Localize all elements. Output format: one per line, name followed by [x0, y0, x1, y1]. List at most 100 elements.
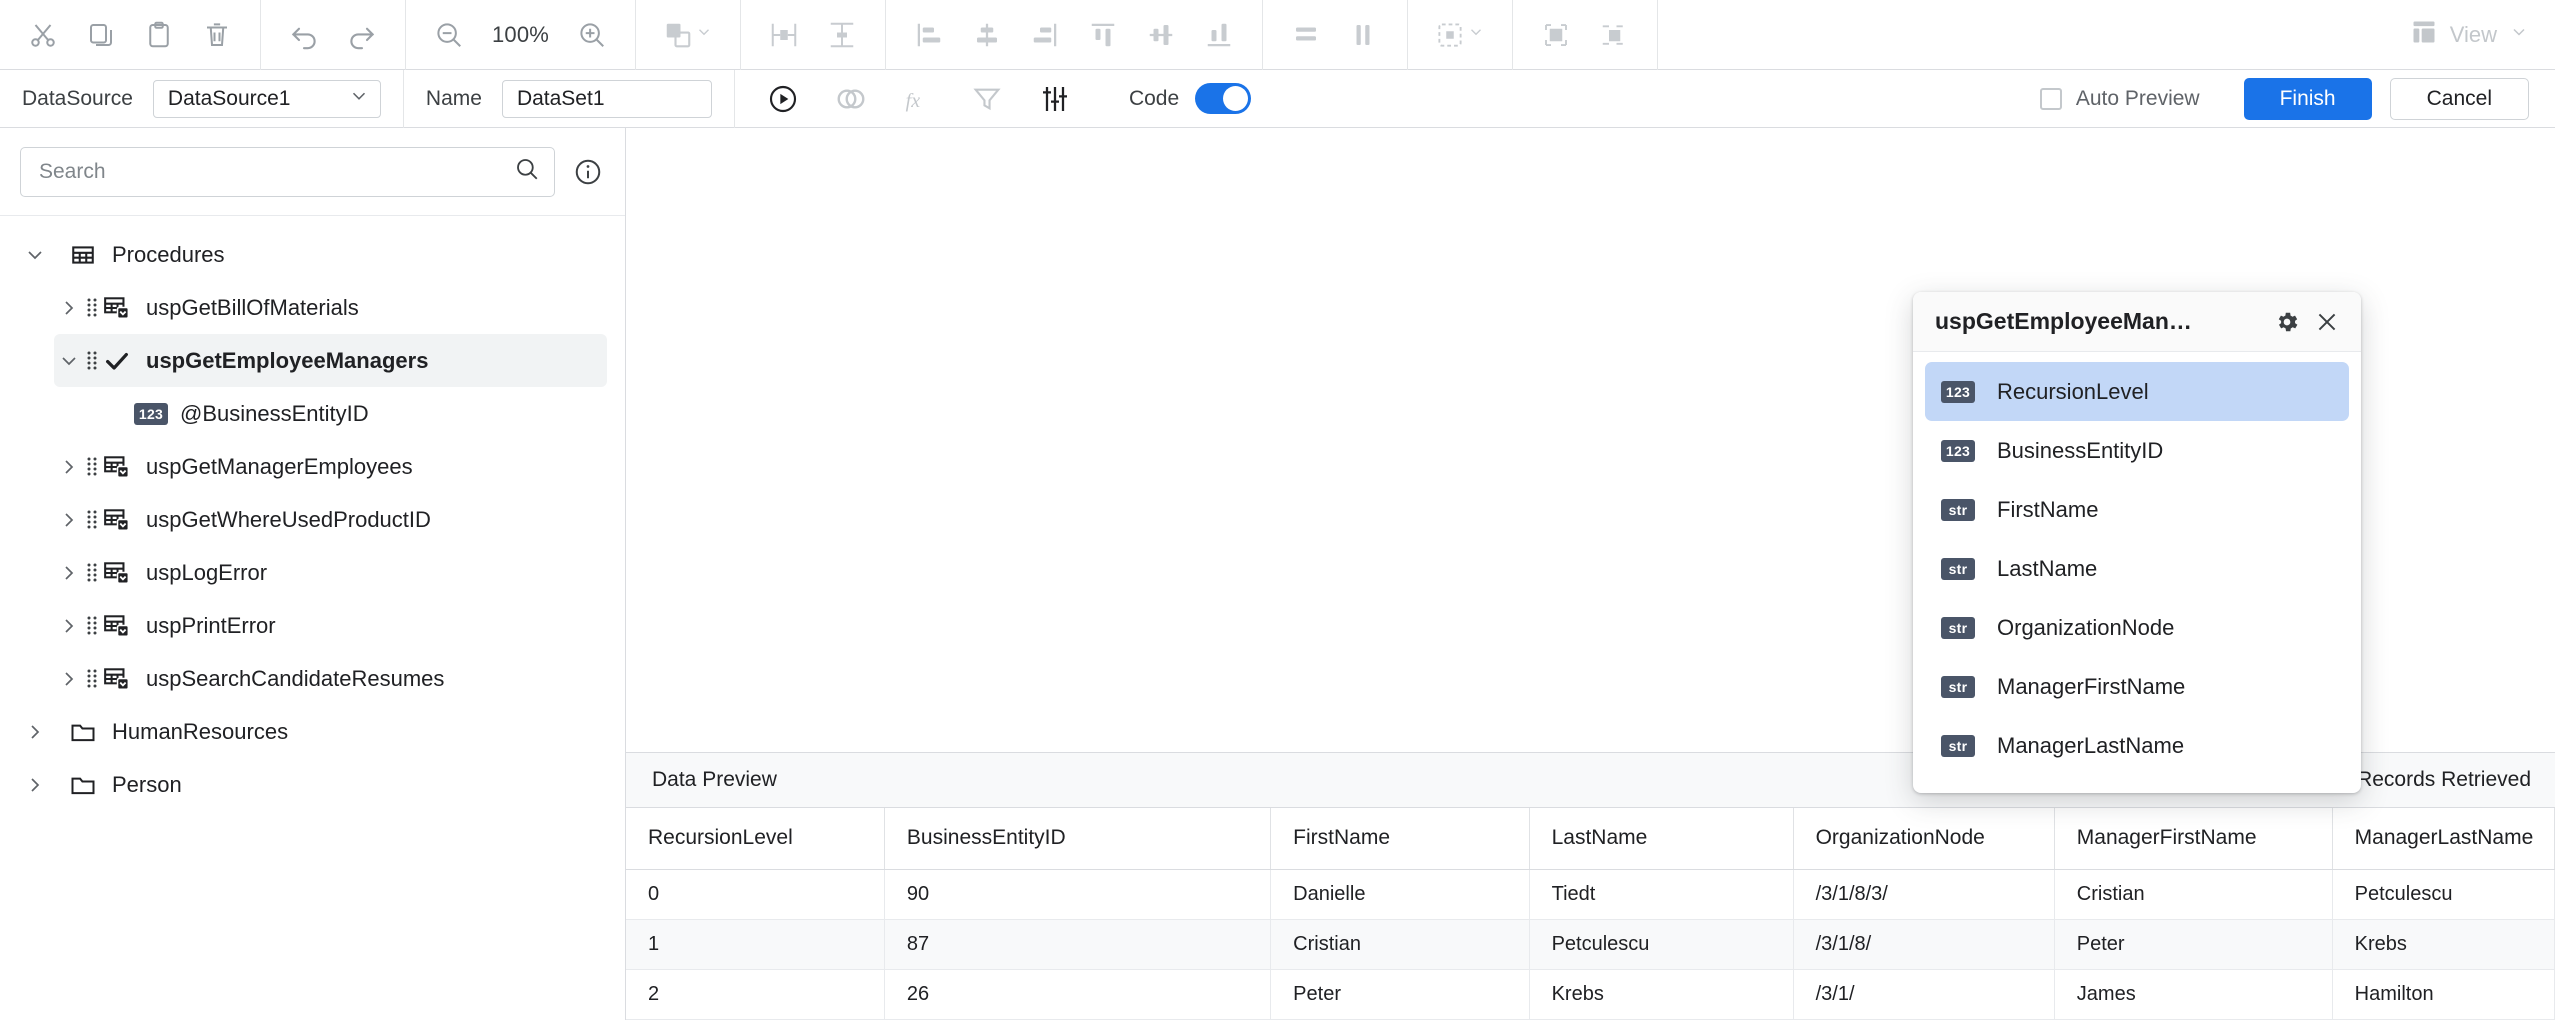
drag-handle-icon[interactable] [84, 348, 100, 374]
chevron-right-icon[interactable] [54, 293, 84, 323]
cut-icon[interactable] [14, 8, 72, 62]
datasource-selected-value: DataSource1 [167, 86, 291, 110]
tree-item-uspgetbillofmaterials[interactable]: uspGetBillOfMaterials [54, 281, 607, 334]
select-tool-icon[interactable] [1422, 8, 1498, 62]
chevron-right-icon[interactable] [54, 452, 84, 482]
chevron-down-icon[interactable] [54, 346, 84, 376]
auto-preview-group[interactable]: Auto Preview [2018, 70, 2222, 128]
info-circle-icon[interactable] [571, 155, 605, 189]
popup-field-managerfirstname[interactable]: str ManagerFirstName [1925, 657, 2349, 716]
finish-button[interactable]: Finish [2243, 77, 2372, 120]
column-header-recursionlevel[interactable]: RecursionLevel [626, 807, 885, 870]
zoom-level-value[interactable]: 100% [478, 22, 563, 48]
make-same-height-icon[interactable] [1335, 8, 1393, 62]
ungroup-icon[interactable] [1585, 8, 1643, 62]
sliders-settings-icon[interactable] [1029, 73, 1081, 125]
tree-item-uspgetmanageremployees[interactable]: uspGetManagerEmployees [54, 440, 607, 493]
column-header-organizationnode[interactable]: OrganizationNode [1793, 807, 2055, 870]
zoom-in-icon[interactable] [563, 8, 621, 62]
column-header-firstname[interactable]: FirstName [1270, 807, 1530, 870]
distribute-vertical-icon[interactable] [813, 8, 871, 62]
popup-field-firstname[interactable]: str FirstName [1925, 480, 2349, 539]
column-header-businessentityid[interactable]: BusinessEntityID [884, 807, 1272, 870]
tree-item-humanresources[interactable]: HumanResources [20, 705, 607, 758]
view-menu-button[interactable]: View [2396, 8, 2547, 62]
chevron-right-icon[interactable] [54, 505, 84, 535]
drag-handle-icon[interactable] [84, 454, 100, 480]
code-label: Code [1128, 86, 1180, 110]
search-input[interactable] [39, 159, 514, 184]
auto-preview-checkbox[interactable] [2039, 87, 2062, 110]
chevron-right-icon[interactable] [20, 770, 50, 800]
zoom-out-icon[interactable] [420, 8, 478, 62]
drag-handle-icon[interactable] [84, 666, 100, 692]
column-header-managerlastname[interactable]: ManagerLastName [2332, 807, 2555, 870]
join-venn-icon[interactable] [825, 73, 877, 125]
paste-icon[interactable] [130, 8, 188, 62]
query-canvas[interactable]: uspGetEmployeeMan… 123 RecursionLevel 123 B… [626, 128, 2555, 793]
field-type-badge: str [1941, 498, 1975, 521]
table-cell: /3/1/ [1793, 969, 2055, 1020]
drag-handle-icon[interactable] [84, 295, 100, 321]
tree-item-uspgetwhereusedproductid[interactable]: uspGetWhereUsedProductID [54, 493, 607, 546]
tree-item-businessentityid[interactable]: 123 @BusinessEntityID [88, 387, 607, 440]
search-icon[interactable] [514, 156, 540, 187]
tree-item-uspsearchcandidateresumes[interactable]: uspSearchCandidateResumes [54, 652, 607, 705]
redo-icon[interactable] [333, 8, 391, 62]
popup-field-lastname[interactable]: str LastName [1925, 539, 2349, 598]
drag-handle-icon[interactable] [84, 507, 100, 533]
align-bottom-icon[interactable] [1190, 8, 1248, 62]
make-same-width-icon[interactable] [1277, 8, 1335, 62]
run-play-icon[interactable] [757, 73, 809, 125]
table-row[interactable]: 1 87 Cristian Petculescu/3/1/8/Peter Krebs [626, 919, 2555, 970]
table-cell: Hamilton [2332, 969, 2555, 1020]
bring-to-front-icon[interactable] [650, 8, 726, 62]
tree-item-uspprinterror[interactable]: uspPrintError [54, 599, 607, 652]
chevron-right-icon[interactable] [20, 717, 50, 747]
drag-handle-icon[interactable] [84, 560, 100, 586]
chevron-right-icon[interactable] [54, 558, 84, 588]
popup-field-organizationnode[interactable]: str OrganizationNode [1925, 598, 2349, 657]
search-input-wrapper[interactable] [20, 146, 555, 197]
popup-field-managerlastname[interactable]: str ManagerLastName [1925, 716, 2349, 775]
align-left-icon[interactable] [900, 8, 958, 62]
align-top-icon[interactable] [1074, 8, 1132, 62]
procedure-icon [100, 665, 134, 693]
copy-icon[interactable] [72, 8, 130, 62]
delete-icon[interactable] [188, 8, 246, 62]
drag-handle-icon[interactable] [84, 613, 100, 639]
procedure-icon [100, 506, 134, 534]
tree-item-person[interactable]: Person [20, 758, 607, 811]
undo-icon[interactable] [275, 8, 333, 62]
tree-item-uspgetemployeemanagers[interactable]: uspGetEmployeeManagers [54, 334, 607, 387]
group-icon[interactable] [1527, 8, 1585, 62]
field-type-badge: str [1941, 734, 1975, 757]
column-header-managerfirstname[interactable]: ManagerFirstName [2054, 807, 2333, 870]
group-ungroup-group [1513, 0, 1659, 70]
column-header-lastname[interactable]: LastName [1529, 807, 1794, 870]
table-cell: Petculescu [1529, 919, 1794, 970]
field-type-badge: str [1941, 557, 1975, 580]
table-row[interactable]: 0 90 Danielle Tiedt/3/1/8/3/Cristian Petcule… [626, 869, 2555, 920]
filter-funnel-icon[interactable] [961, 73, 1013, 125]
cancel-button[interactable]: Cancel [2389, 77, 2529, 120]
datasource-select[interactable]: DataSource1 [152, 79, 381, 118]
function-fx-icon[interactable]: fx [893, 73, 945, 125]
distribute-horizontal-icon[interactable] [755, 8, 813, 62]
popup-field-businessentityid[interactable]: 123 BusinessEntityID [1925, 421, 2349, 480]
popup-field-recursionlevel[interactable]: 123 RecursionLevel [1925, 362, 2349, 421]
align-right-icon[interactable] [1016, 8, 1074, 62]
align-middle-icon[interactable] [1132, 8, 1190, 62]
tree-item-usplogerror[interactable]: uspLogError [54, 546, 607, 599]
table-row[interactable]: 2 26 Peter Krebs/3/1/James Hamilton [626, 969, 2555, 1020]
code-toggle[interactable] [1195, 83, 1252, 114]
chevron-down-icon[interactable] [20, 240, 50, 270]
align-center-horizontal-icon[interactable] [958, 8, 1016, 62]
chevron-right-icon[interactable] [54, 611, 84, 641]
close-icon[interactable] [2307, 302, 2347, 342]
gear-icon[interactable] [2267, 302, 2307, 342]
dataset-name-input[interactable]: DataSet1 [501, 79, 712, 118]
chevron-right-icon[interactable] [54, 664, 84, 694]
tree-item-procedures[interactable]: Procedures [20, 228, 607, 281]
table-cell: Peter [1270, 969, 1530, 1020]
